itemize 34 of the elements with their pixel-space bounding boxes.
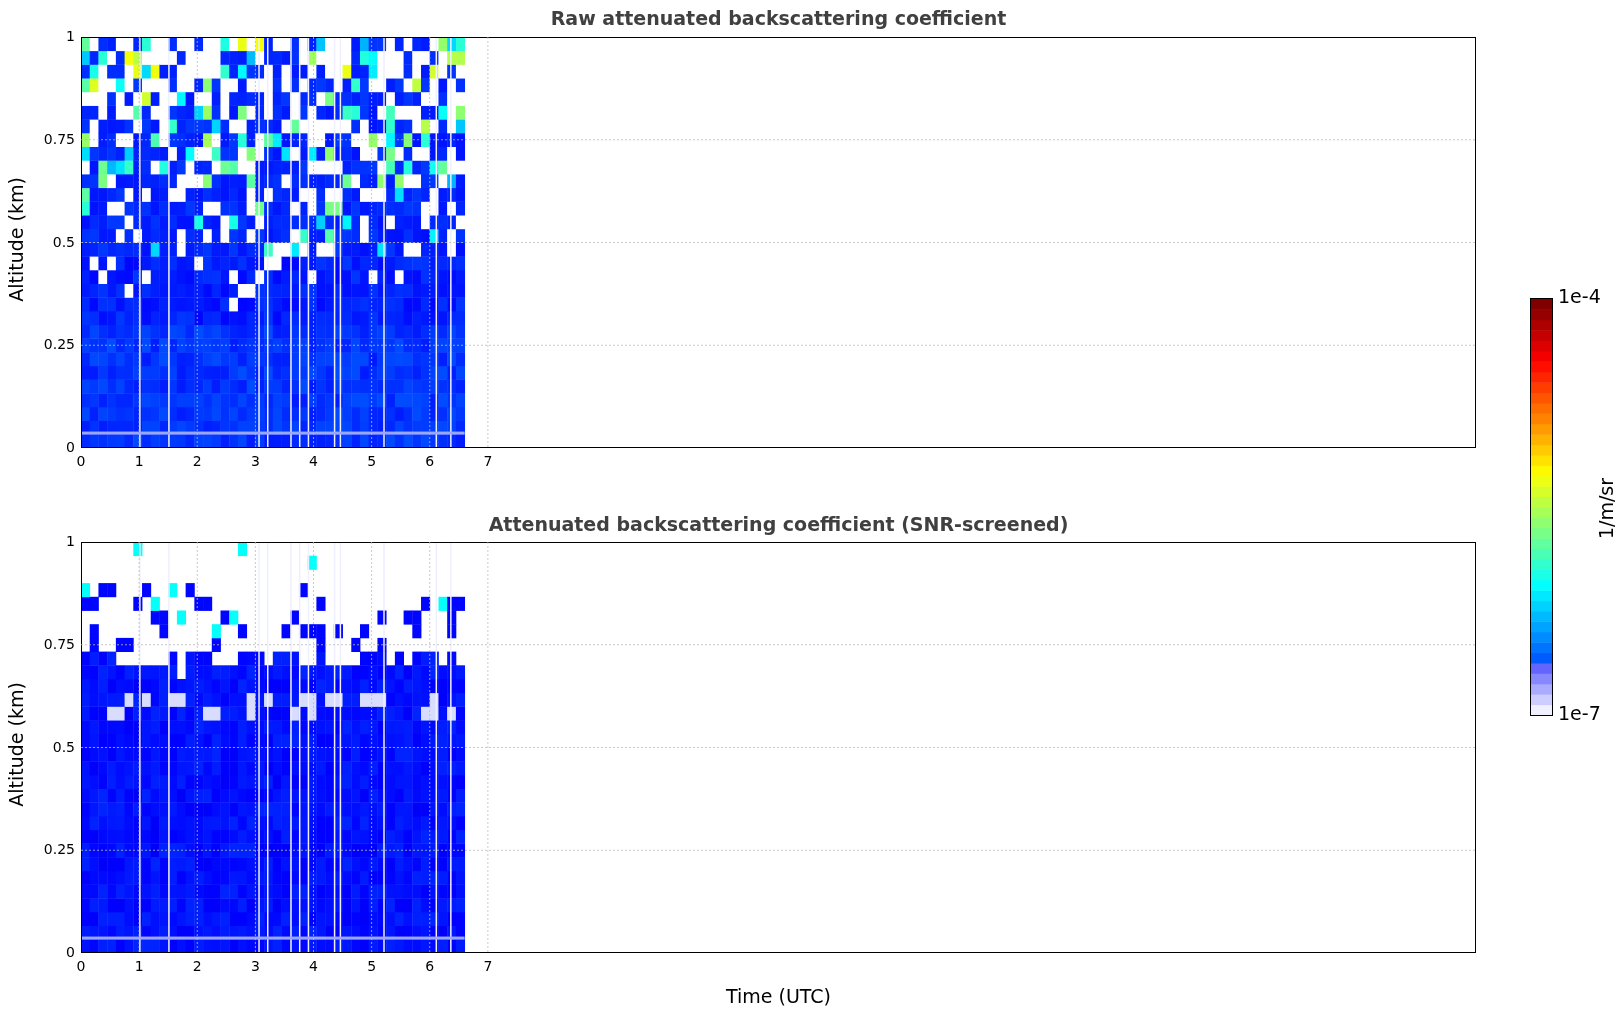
x-tick-label: 6 [424,454,436,468]
x-tick-label: 5 [366,959,378,973]
x-tick-label: 1 [133,959,145,973]
y-axis-label: Altitude (km) [6,681,26,809]
y-tick-label: 0.5 [52,234,75,249]
colorbar-min-label: 1e-7 [1558,704,1601,723]
x-tick-label: 3 [249,959,261,973]
x-tick-label: 0 [75,959,87,973]
x-tick-label: 7 [482,454,494,468]
x-tick-label: 3 [249,454,261,468]
x-tick-label: 7 [482,959,494,973]
x-tick-label: 2 [191,454,203,468]
colorbar-max-label: 1e-4 [1558,287,1601,306]
x-tick-label: 4 [308,454,319,468]
y-tick-label: 0.25 [43,337,75,352]
y-tick-label: 0 [66,440,75,454]
y-tick-label: 1 [66,534,75,548]
x-tick-label: 5 [366,454,378,468]
x-tick-label: 6 [424,959,436,973]
x-tick-label: 0 [75,454,87,468]
x-tick-label: 2 [191,959,203,973]
x-tick-label: 4 [308,959,319,973]
y-tick-label: 0 [66,945,75,959]
y-tick-label: 0.5 [52,739,75,754]
y-axis-label: Altitude (km) [6,176,26,304]
x-axis-label: Time (UTC) [726,983,831,1009]
plot-title: Attenuated backscattering coefficient (SNR-screened) [488,511,1069,537]
y-tick-label: 0.25 [43,842,75,857]
plot-title: Raw attenuated backscattering coefficient [550,6,1007,32]
colorbar-label: 1/m/sr [1596,476,1616,542]
y-tick-label: 0.75 [43,131,75,146]
x-tick-label: 1 [133,454,145,468]
y-tick-label: 0.75 [43,636,75,651]
y-tick-label: 1 [66,29,75,43]
